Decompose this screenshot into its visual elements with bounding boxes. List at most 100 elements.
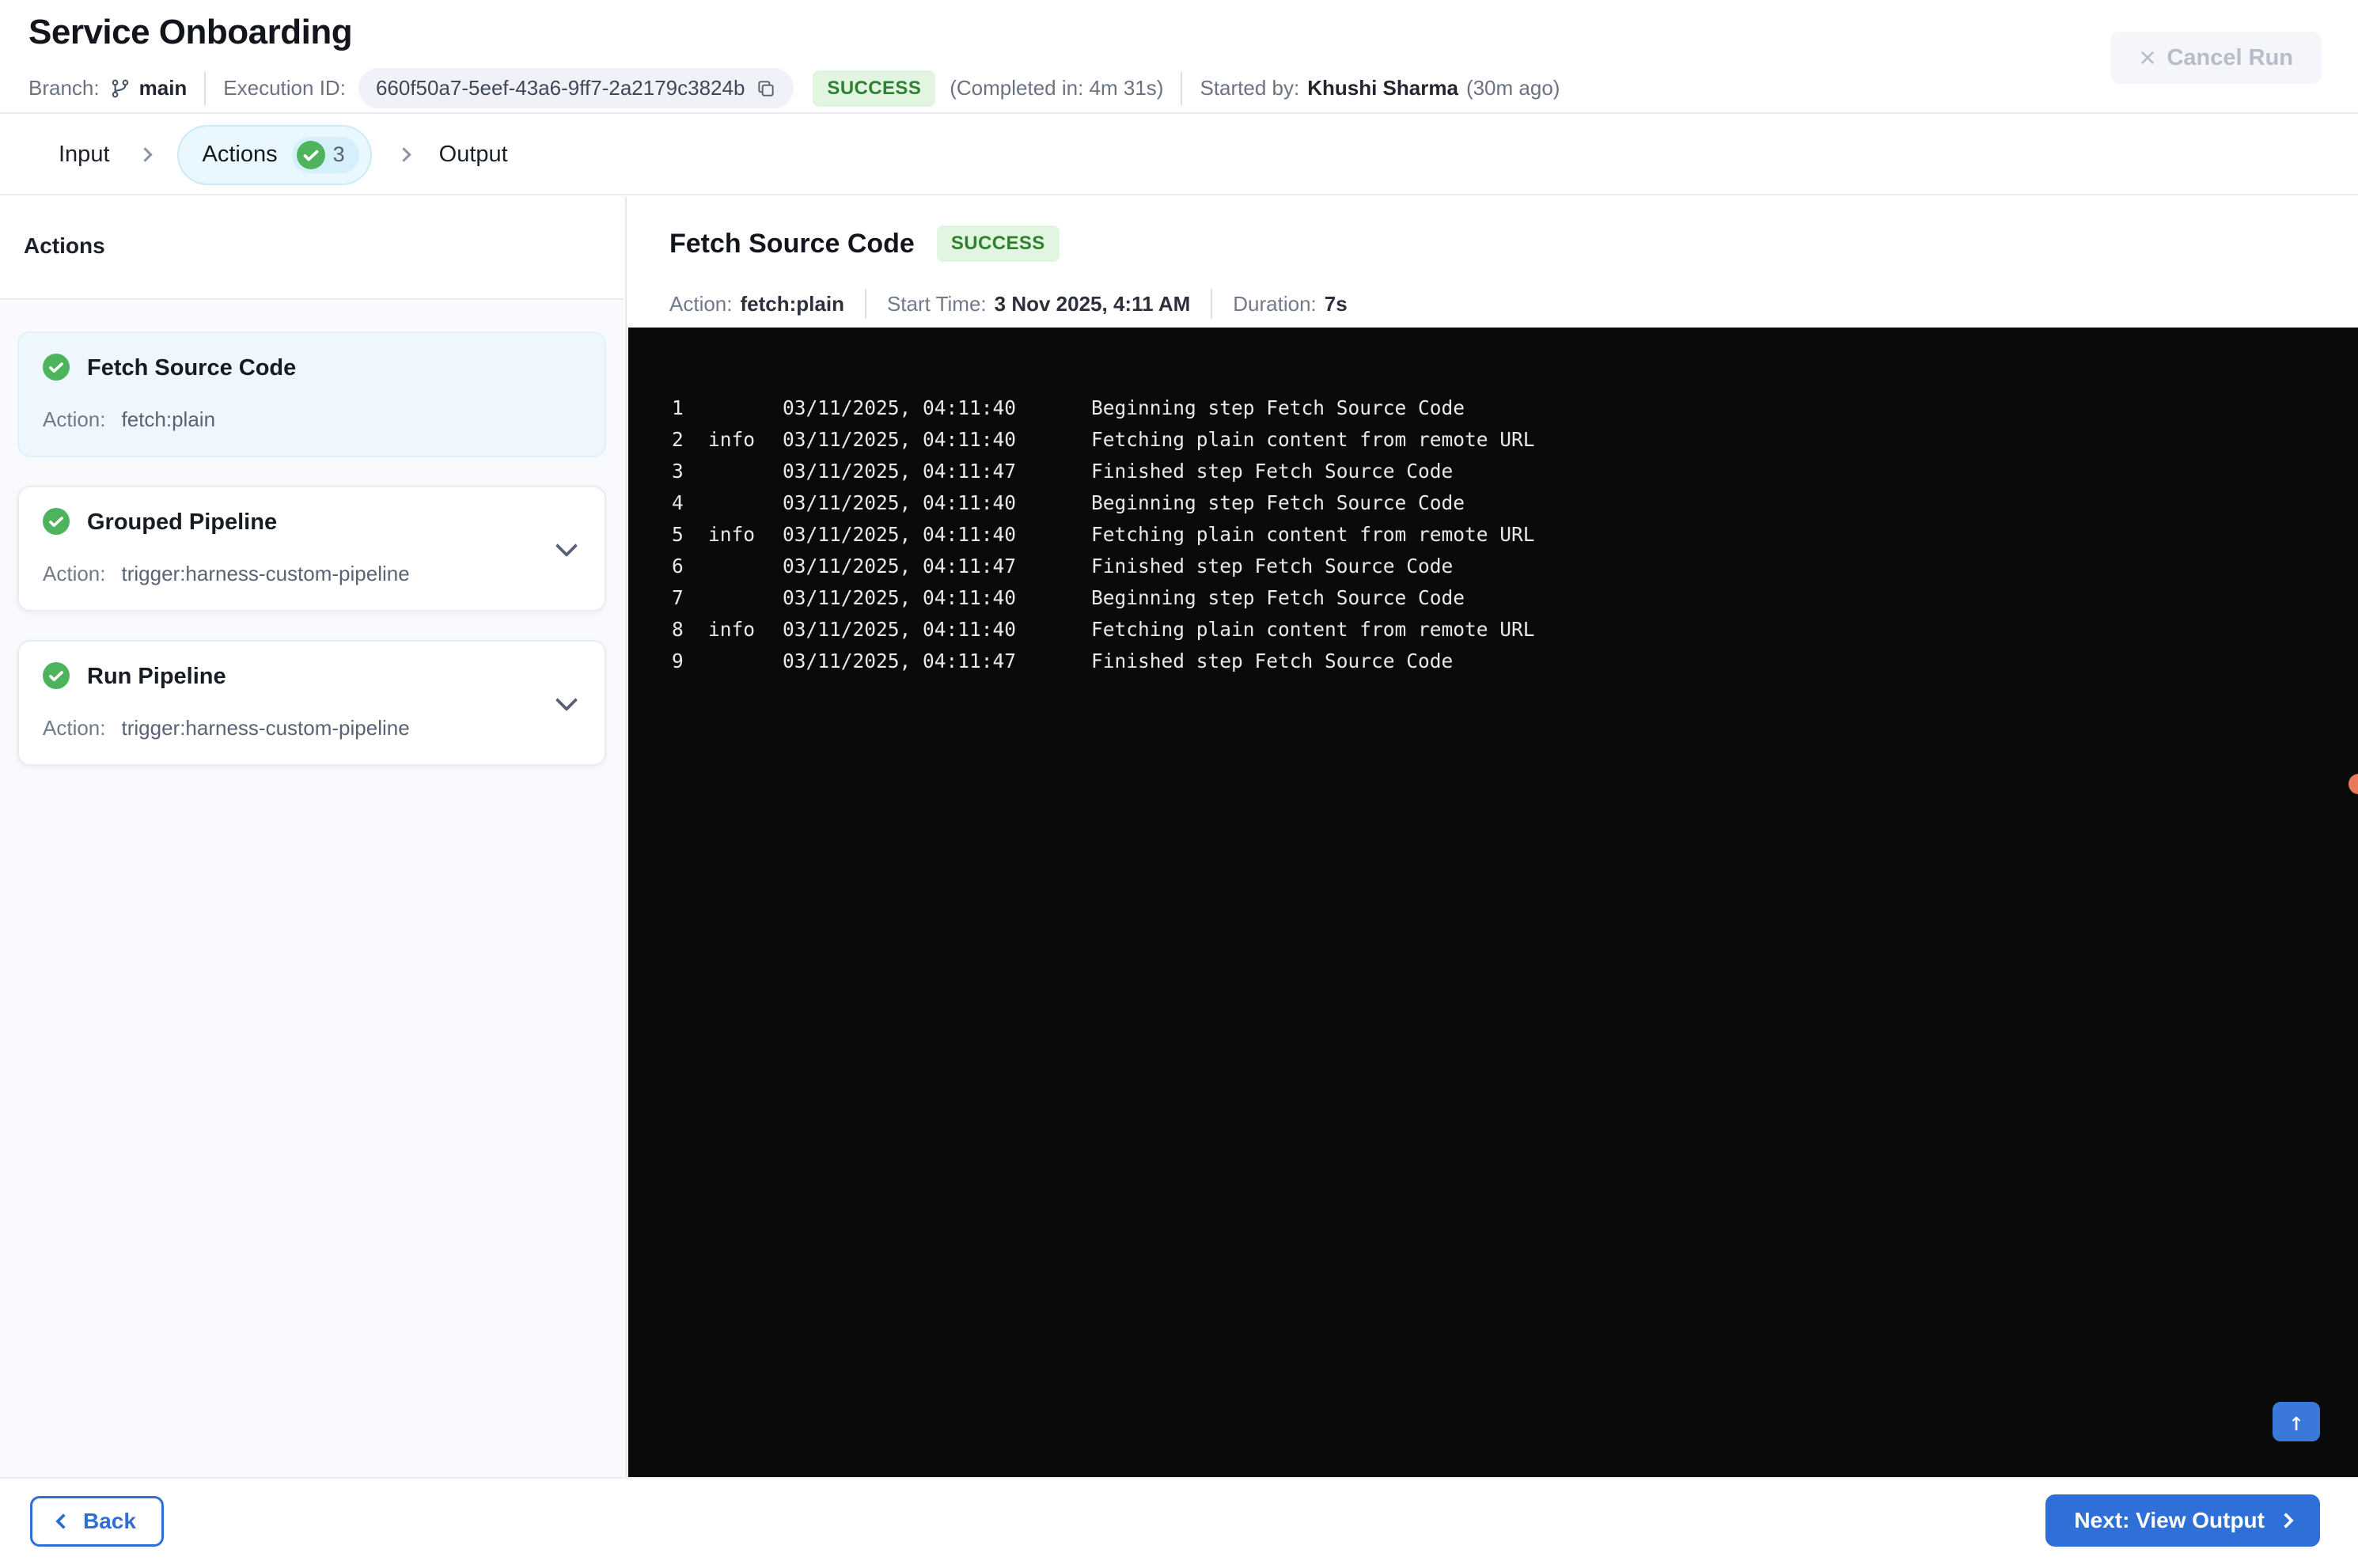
tab-input[interactable]: Input — [51, 142, 118, 168]
log-line: 9 03/11/2025, 04:11:47 Finished step Fetch… — [672, 646, 2358, 677]
detail-start-value: 3 Nov 2025, 4:11 AM — [994, 291, 1191, 316]
log-line-number: 5 — [672, 523, 684, 546]
detail-duration-label: Duration: — [1233, 291, 1317, 316]
log-timestamp: 03/11/2025, 04:11:40 — [783, 618, 1017, 641]
detail-duration-value: 7s — [1324, 291, 1348, 316]
actions-card-list: Fetch Source Code Action: fetch:plain Group… — [0, 298, 624, 1477]
next-label: Next: View Output — [2074, 1508, 2265, 1532]
step-tab-bar: Input Actions 3 Output — [0, 116, 2358, 195]
detail-action-label: Action: — [669, 291, 733, 316]
log-line: 3 03/11/2025, 04:11:47 Finished step Fetch… — [672, 456, 2358, 487]
started-by-name: Khushi Sharma — [1307, 76, 1458, 100]
log-timestamp: 03/11/2025, 04:11:40 — [783, 586, 1017, 609]
log-level — [708, 487, 783, 519]
scroll-to-top-button[interactable]: ↑ — [2273, 1402, 2320, 1441]
log-lines: 1 03/11/2025, 04:11:40 Beginning step Fetc… — [672, 392, 2358, 677]
card-action-value: trigger:harness-custom-pipeline — [121, 716, 410, 740]
log-line-number: 4 — [672, 491, 684, 514]
log-level — [708, 392, 783, 424]
log-message: Fetching plain content from remote URL — [1091, 523, 1535, 546]
log-timestamp: 03/11/2025, 04:11:47 — [783, 650, 1017, 672]
chevron-right-icon — [2278, 1513, 2294, 1528]
divider — [1211, 289, 1213, 319]
chevron-left-icon — [55, 1513, 71, 1529]
log-line-number: 6 — [672, 555, 684, 578]
branch-name: main — [138, 76, 188, 100]
log-line: 4 03/11/2025, 04:11:40 Beginning step Fetc… — [672, 487, 2358, 519]
log-message: Finished step Fetch Source Code — [1091, 555, 1454, 578]
header: Service Onboarding Branch: main Executio… — [0, 0, 2358, 114]
branch-label: Branch: — [28, 76, 100, 100]
log-level: info — [708, 618, 756, 641]
card-title: Grouped Pipeline — [87, 509, 278, 535]
log-line: 8 info 03/11/2025, 04:11:40 Fetching plain … — [672, 614, 2358, 646]
tab-output[interactable]: Output — [431, 142, 516, 168]
back-label: Back — [83, 1509, 136, 1533]
tab-actions[interactable]: Actions 3 — [176, 124, 372, 185]
card-action-label: Action: — [43, 716, 106, 740]
log-message: Finished step Fetch Source Code — [1091, 460, 1454, 483]
log-message: Finished step Fetch Source Code — [1091, 650, 1454, 672]
close-icon: × — [2139, 41, 2156, 74]
log-line: 1 03/11/2025, 04:11:40 Beginning step Fetc… — [672, 392, 2358, 424]
card-title-row: Fetch Source Code — [43, 354, 581, 382]
sidebar-heading: Actions — [24, 233, 105, 258]
completed-in-text: (Completed in: 4m 31s) — [950, 76, 1164, 100]
log-timestamp: 03/11/2025, 04:11:40 — [783, 428, 1017, 451]
card-action: Action: trigger:harness-custom-pipeline — [43, 716, 581, 740]
header-meta-row: Branch: main Execution ID: 660f50a7-5eef… — [28, 68, 1560, 108]
chevron-right-icon — [396, 147, 411, 162]
log-line-number: 7 — [672, 586, 684, 609]
detail-status-badge: SUCCESS — [936, 225, 1060, 262]
card-title-row: Grouped Pipeline — [43, 508, 581, 536]
log-message: Fetching plain content from remote URL — [1091, 428, 1535, 451]
action-card-fetch-source-code[interactable]: Fetch Source Code Action: fetch:plain — [17, 331, 606, 457]
card-action: Action: fetch:plain — [43, 407, 581, 432]
detail-start-label: Start Time: — [886, 291, 987, 316]
chevron-right-icon — [137, 147, 153, 162]
chevron-down-icon[interactable] — [555, 688, 578, 711]
execution-id-value: 660f50a7-5eef-43a6-9ff7-2a2179c3824b — [375, 76, 745, 100]
execution-id-pill: 660f50a7-5eef-43a6-9ff7-2a2179c3824b — [358, 68, 794, 108]
log-console: 1 03/11/2025, 04:11:40 Beginning step Fetc… — [628, 328, 2358, 1477]
log-line: 2 info 03/11/2025, 04:11:40 Fetching plain … — [672, 424, 2358, 456]
log-level — [708, 456, 783, 487]
log-line-number: 2 — [672, 428, 684, 451]
copy-icon[interactable] — [756, 78, 776, 99]
git-branch-icon — [109, 78, 131, 100]
log-timestamp: 03/11/2025, 04:11:40 — [783, 491, 1017, 514]
page-title: Service Onboarding — [28, 13, 353, 51]
started-by-label: Started by: — [1200, 76, 1300, 100]
cancel-run-button[interactable]: × Cancel Run — [2110, 32, 2322, 84]
next-view-output-button[interactable]: Next: View Output — [2045, 1494, 2320, 1547]
log-timestamp: 03/11/2025, 04:11:47 — [783, 555, 1017, 578]
actions-sidebar: Actions Fetch Source Code Action: fetch:pl… — [0, 197, 627, 1477]
chevron-down-icon[interactable] — [555, 534, 578, 557]
execution-id-label: Execution ID: — [223, 76, 346, 100]
actions-count: 3 — [332, 142, 345, 166]
action-card-run-pipeline[interactable]: Run Pipeline Action: trigger:harness-custo… — [17, 640, 606, 766]
log-message: Fetching plain content from remote URL — [1091, 618, 1535, 641]
log-line-number: 9 — [672, 650, 684, 672]
card-action-label: Action: — [43, 562, 106, 585]
log-level — [708, 551, 783, 582]
card-action-value: trigger:harness-custom-pipeline — [121, 562, 410, 585]
log-timestamp: 03/11/2025, 04:11:47 — [783, 460, 1017, 483]
status-badge: SUCCESS — [813, 70, 936, 107]
action-card-grouped-pipeline[interactable]: Grouped Pipeline Action: trigger:harness-c… — [17, 486, 606, 612]
log-level — [708, 582, 783, 614]
log-message: Beginning step Fetch Source Code — [1091, 396, 1465, 419]
success-check-icon — [43, 508, 71, 536]
detail-title-row: Fetch Source Code SUCCESS — [669, 225, 1060, 262]
card-title: Fetch Source Code — [87, 354, 297, 381]
log-line-number: 8 — [672, 618, 684, 641]
log-level: info — [708, 523, 756, 546]
card-action: Action: trigger:harness-custom-pipeline — [43, 562, 581, 586]
back-button[interactable]: Back — [30, 1496, 164, 1547]
card-action-value: fetch:plain — [121, 407, 216, 431]
log-timestamp: 03/11/2025, 04:11:40 — [783, 396, 1017, 419]
divider — [204, 71, 207, 105]
divider — [864, 289, 866, 319]
card-action-label: Action: — [43, 407, 106, 431]
log-line: 5 info 03/11/2025, 04:11:40 Fetching plain … — [672, 519, 2358, 551]
